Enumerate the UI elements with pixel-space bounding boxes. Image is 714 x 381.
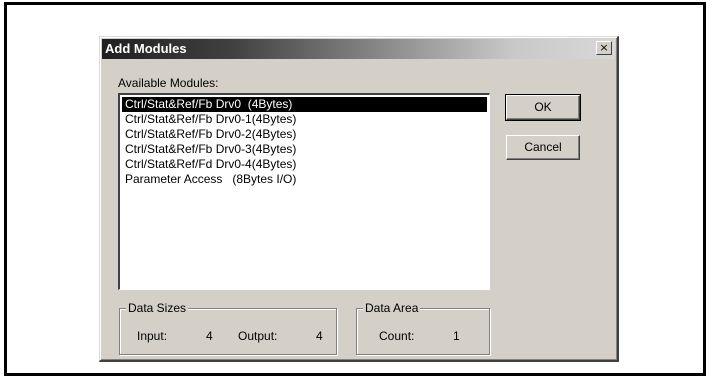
data-area-title: Data Area: [363, 301, 421, 315]
close-button[interactable]: ×: [596, 41, 612, 55]
output-label: Output:: [238, 329, 278, 343]
data-sizes-group: Data Sizes Input: 4 Output: 4: [119, 301, 337, 355]
cancel-button[interactable]: Cancel: [506, 135, 580, 160]
available-modules-list[interactable]: Ctrl/Stat&Ref/Fb Drv0 (4Bytes) Ctrl/Stat…: [118, 93, 490, 290]
input-value: 4: [206, 329, 213, 343]
title-bar[interactable]: Add Modules ×: [102, 39, 615, 59]
available-modules-label: Available Modules:: [118, 76, 219, 90]
list-item[interactable]: Ctrl/Stat&Ref/Fb Drv0-3(4Bytes): [122, 142, 487, 157]
list-item[interactable]: Parameter Access (8Bytes I/O): [122, 172, 487, 187]
data-sizes-title: Data Sizes: [126, 301, 189, 315]
output-value: 4: [316, 329, 323, 343]
ok-button[interactable]: OK: [505, 94, 581, 121]
list-item[interactable]: Ctrl/Stat&Ref/Fb Drv0-2(4Bytes): [122, 127, 487, 142]
window-title: Add Modules: [105, 41, 187, 56]
list-item[interactable]: Ctrl/Stat&Ref/Fb Drv0 (4Bytes): [122, 97, 487, 112]
data-area-group: Data Area Count: 1: [356, 301, 490, 355]
input-label: Input:: [137, 329, 168, 343]
close-icon: ×: [599, 41, 609, 54]
count-label: Count:: [379, 329, 415, 343]
add-modules-dialog: Add Modules × Available Modules: Ctrl/St…: [99, 36, 619, 362]
count-value: 1: [453, 329, 460, 343]
list-item[interactable]: Ctrl/Stat&Ref/Fb Drv0-1(4Bytes): [122, 112, 487, 127]
list-item[interactable]: Ctrl/Stat&Ref/Fd Drv0-4(4Bytes): [122, 157, 487, 172]
